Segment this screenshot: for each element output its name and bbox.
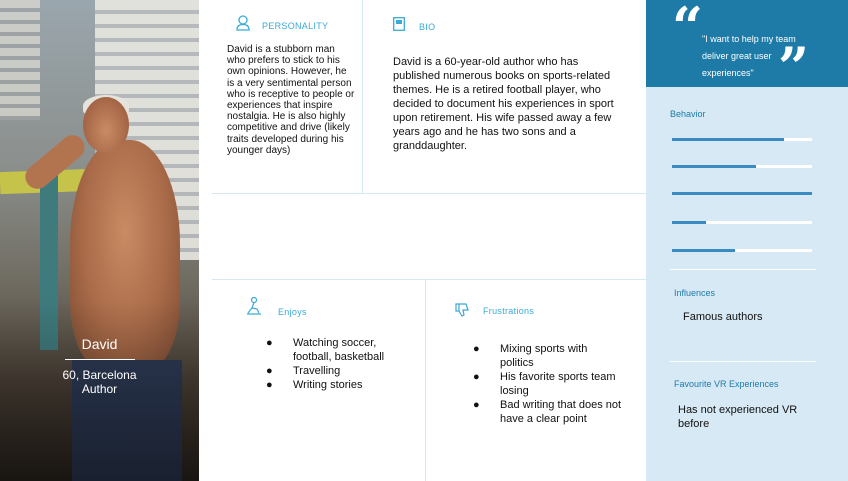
bio-title: BIO [419, 22, 436, 32]
name-divider [65, 359, 135, 360]
vr-text: Has not experienced VR before [678, 404, 798, 430]
quote-open-icon: “ [672, 0, 704, 59]
list-item: ● Watching soccer, football, basketball [266, 337, 385, 363]
persona-name: David [81, 336, 118, 352]
behavior-bar-fill [672, 221, 706, 224]
personality-text: David is a stubborn man who prefers to s… [227, 44, 355, 156]
behavior-bar [672, 249, 812, 252]
enjoys-title: Enjoys [278, 307, 307, 317]
enjoys-list: ● Watching soccer, football, basketball ●… [266, 336, 416, 392]
behavior-title: Behavior [670, 109, 706, 119]
user-icon [236, 15, 250, 31]
behavior-bar [672, 165, 812, 168]
behavior-bar-fill [672, 165, 756, 168]
behavior-bar-fill [672, 192, 812, 195]
divider [425, 279, 426, 481]
document-icon [393, 17, 405, 31]
persona-photo [0, 0, 199, 481]
persona-meta: 60, Barcelona Author [0, 368, 199, 396]
behavior-bar [672, 221, 812, 224]
divider [670, 361, 816, 362]
divider [362, 0, 363, 193]
divider [212, 193, 646, 194]
list-item: ● His favorite sports team losing [473, 371, 616, 397]
list-item: ● Writing stories [266, 379, 363, 391]
influences-text: Famous authors [683, 311, 763, 323]
behavior-bar [672, 138, 812, 141]
divider [212, 279, 646, 280]
persona-occupation: Author [81, 382, 118, 396]
behavior-bar [672, 192, 812, 195]
personality-title: PERSONALITY [262, 21, 329, 31]
list-item: ● Travelling [266, 365, 341, 377]
persona-location: 60, Barcelona [62, 368, 137, 382]
vr-title: Favourite VR Experiences [674, 379, 779, 389]
behavior-bar-fill [672, 138, 784, 141]
list-item: ● Bad writing that does not have a clear … [473, 399, 622, 425]
enjoy-icon [246, 296, 262, 315]
list-item: ● Mixing sports with politics [473, 343, 588, 369]
frustrations-title: Frustrations [483, 306, 535, 316]
bio-text: David is a 60-year-old author who has pu… [393, 56, 614, 152]
persona-quote: "I want to help my team deliver great us… [702, 34, 796, 78]
behavior-bar-fill [672, 249, 735, 252]
frustrations-list: ● Mixing sports with politics ● His favori… [473, 342, 623, 426]
thumbs-down-icon [455, 303, 469, 317]
divider [670, 269, 816, 270]
influences-title: Influences [674, 288, 716, 298]
